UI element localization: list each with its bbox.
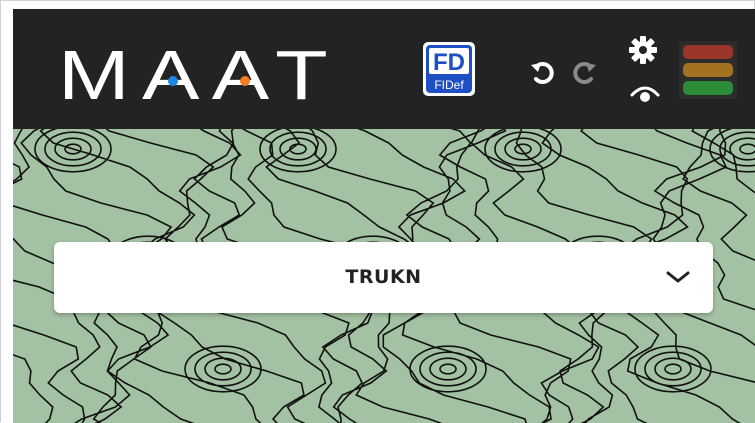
traffic-light-icon <box>679 41 737 99</box>
eye-icon[interactable] <box>629 81 661 105</box>
ship-selector-dropdown[interactable]: TRUKN <box>54 242 713 313</box>
undo-icon[interactable] <box>530 59 556 85</box>
redo-icon[interactable] <box>571 59 597 85</box>
status-light-red <box>683 45 733 59</box>
logo-text: MAAT <box>58 41 340 103</box>
status-light-amber <box>683 63 733 77</box>
fidef-badge[interactable]: FD FIDef <box>422 41 476 97</box>
window-left-edge <box>1 9 13 423</box>
app-window: MAAT FD FIDef TRUKN <box>0 0 755 423</box>
logo-dot-orange <box>240 76 250 86</box>
maat-logo: MAAT <box>58 41 340 103</box>
logo-dot-blue <box>168 76 178 86</box>
chevron-down-icon <box>666 271 690 283</box>
badge-top-text: FD <box>433 49 465 76</box>
dropdown-selected-value: TRUKN <box>345 266 422 288</box>
badge-bottom-text: FIDef <box>434 78 464 92</box>
status-light-green <box>683 81 733 95</box>
gear-icon[interactable] <box>628 35 658 65</box>
